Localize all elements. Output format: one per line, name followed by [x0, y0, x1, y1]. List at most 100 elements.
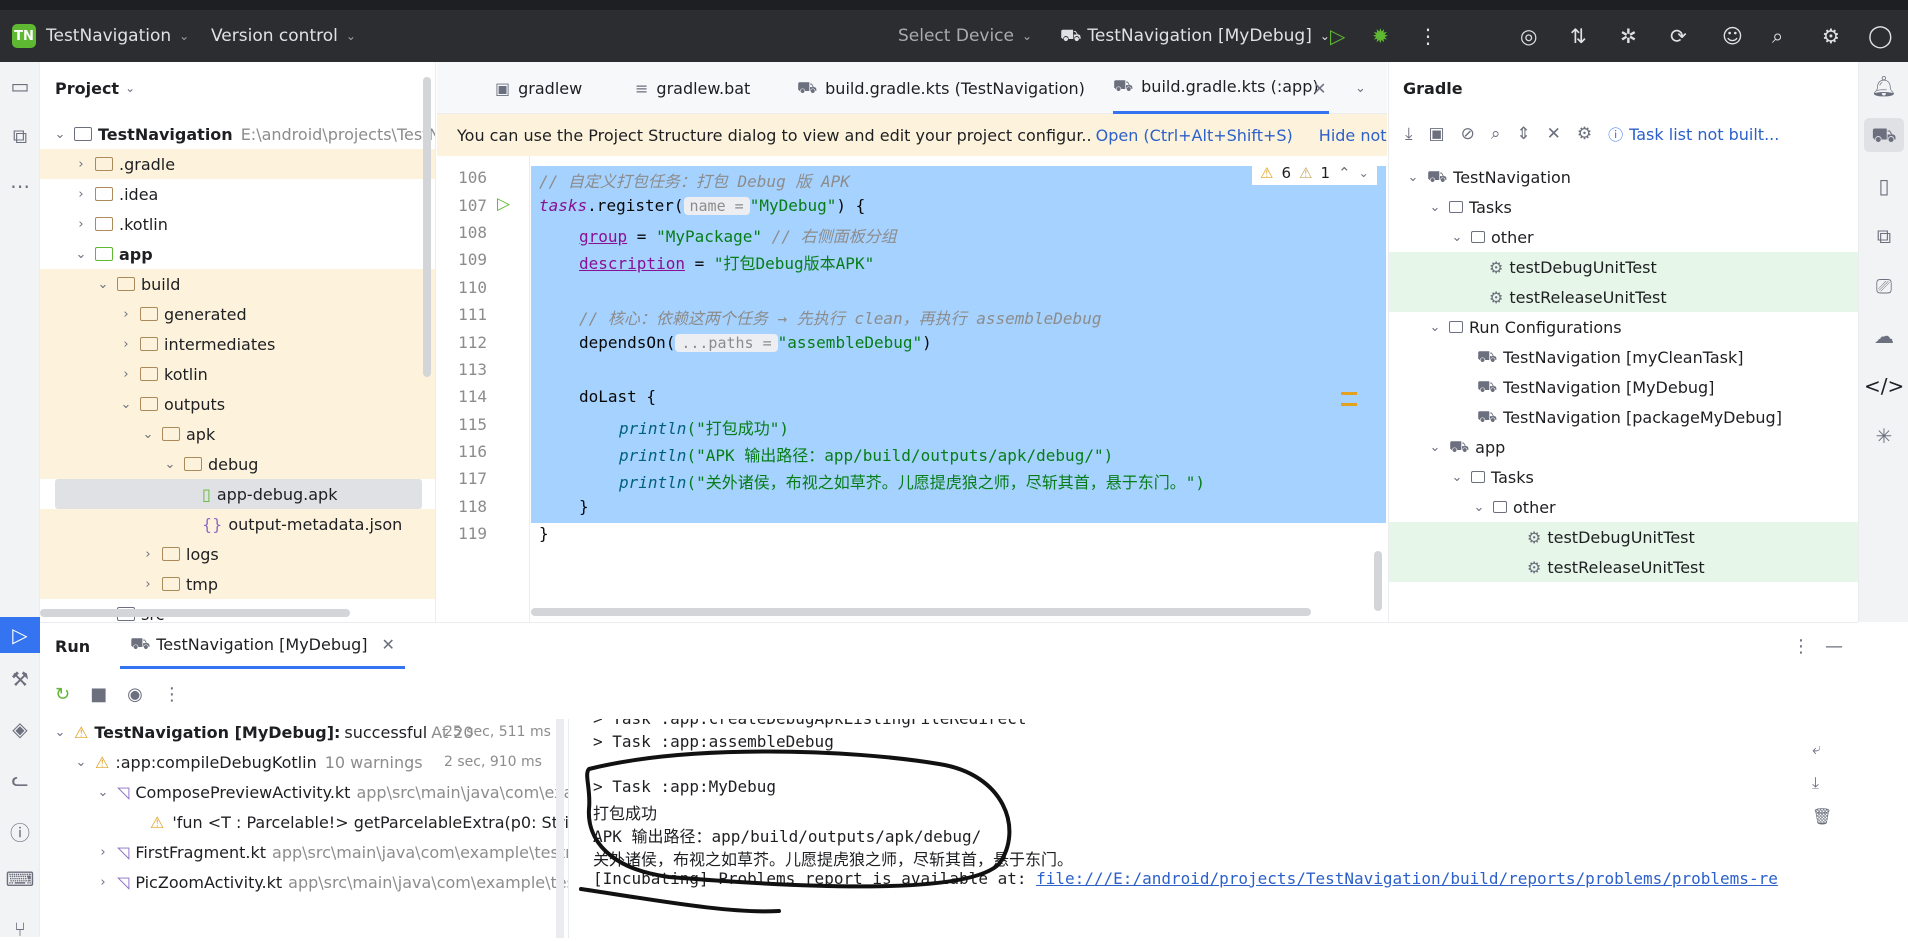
gradle-node[interactable]: ⌄ Run Configurations — [1389, 312, 1858, 342]
gradle-task[interactable]: ⚙ testReleaseUnitTest — [1389, 282, 1858, 312]
tree-item[interactable]: › generated — [40, 299, 435, 329]
close-icon[interactable]: ✕ — [1313, 62, 1326, 114]
tree-item[interactable]: ⌄ build — [40, 269, 435, 299]
tree-scrollbar[interactable] — [556, 719, 564, 938]
problems-icon[interactable]: ⓘ — [0, 817, 40, 846]
tree-root[interactable]: ⌄ TestNavigation E:\android\projects\Tes… — [40, 119, 435, 149]
expand-icon[interactable]: ⇕ — [1516, 124, 1530, 144]
chevron-down-icon[interactable]: ⌄ — [1359, 166, 1369, 180]
run-config-selector[interactable]: ⛟ TestNavigation [MyDebug] ⌄ — [1060, 10, 1330, 62]
gradle-node[interactable]: ⌄ ⛟ app — [1389, 432, 1858, 462]
run-tool-icon[interactable]: ▷ — [0, 617, 40, 653]
trash-icon[interactable]: 🗑︎ — [1812, 807, 1832, 826]
gradle-run-config[interactable]: ⛟ TestNavigation [MyDebug] — [1389, 372, 1858, 402]
tree-item[interactable]: ⌄ debug — [40, 449, 435, 479]
copilot-icon[interactable]: ◎ — [1520, 10, 1537, 62]
tree-item-selected[interactable]: ▯ app-debug.apk — [55, 479, 422, 509]
tree-item[interactable]: ⌄ outputs — [40, 389, 435, 419]
search-icon[interactable]: ⌕ — [1772, 10, 1783, 62]
eye-icon[interactable]: ◉ — [127, 684, 143, 705]
horizontal-scrollbar[interactable] — [40, 609, 350, 617]
inspection-widget[interactable]: ⚠ 6 ⚠ 1 ⌃ ⌄ — [1252, 161, 1377, 185]
build-tree-item[interactable]: › ◹ PicZoomActivity.kt app\src\main\java\co… — [95, 867, 568, 897]
gradle-run-config[interactable]: ⛟ TestNavigation [myCleanTask] — [1389, 342, 1858, 372]
gem-icon[interactable]: ◈ — [0, 717, 40, 741]
build-tree-item[interactable]: ⌄ ◹ ComposePreviewActivity.kt app\src\main\… — [95, 777, 568, 807]
chevron-up-icon[interactable]: ⌃ — [1338, 164, 1351, 182]
device-manager-icon[interactable]: ▯ — [1864, 174, 1904, 198]
rerun-icon[interactable]: ↻ — [55, 684, 70, 705]
minimize-icon[interactable]: — — [1825, 636, 1843, 657]
assistant-chat-icon[interactable]: ☁ — [1864, 324, 1904, 348]
vertical-scrollbar[interactable] — [423, 77, 431, 377]
vcs-branch-icon[interactable]: ⑂ — [0, 917, 40, 941]
running-devices-icon[interactable]: ⎚ — [1864, 274, 1904, 298]
gradle-run-config[interactable]: ⛟ TestNavigation [packageMyDebug] — [1389, 402, 1858, 432]
project-switcher[interactable]: TN TestNavigation ⌄ — [12, 10, 189, 62]
structure-icon[interactable]: ⧉ — [0, 124, 40, 148]
gradle-task[interactable]: ⚙ testDebugUnitTest — [1389, 522, 1858, 552]
problems-report-link[interactable]: file:///E:/android/projects/TestNavigati… — [1036, 869, 1778, 888]
assistant-icon[interactable]: ☺ — [1722, 10, 1743, 62]
tab-gradlew[interactable]: ▣ gradlew — [495, 62, 582, 114]
gradle-node[interactable]: ⌄ Tasks — [1389, 192, 1858, 222]
hide-notification-link[interactable]: Hide notification — [1319, 126, 1387, 145]
build-tree-item[interactable]: › ◹ FirstFragment.kt app\src\main\java\com\… — [95, 837, 568, 867]
tree-item[interactable]: › .idea — [40, 179, 158, 209]
tree-item[interactable]: › intermediates — [40, 329, 435, 359]
device-mirror-icon[interactable]: ⧉ — [1864, 224, 1904, 248]
chevron-down-icon[interactable]: ⌄ — [1355, 62, 1366, 114]
build-tree-item[interactable]: ⚠ 'fun <T : Parcelable!> getParcelableExt… — [150, 807, 568, 837]
collapse-icon[interactable]: ✕ — [1547, 124, 1561, 144]
build-tree-item[interactable]: ⌄ ⚠:app:compileDebugKotlin 10 warnings 2 se… — [73, 747, 542, 777]
profiler-icon[interactable]: ⟳ — [1670, 10, 1687, 62]
scroll-to-end-icon[interactable]: ⤓ — [1812, 773, 1832, 793]
run-icon[interactable]: ▷ — [1330, 10, 1345, 62]
gradle-task[interactable]: ⚙ testDebugUnitTest — [1389, 252, 1858, 282]
build-hammer-icon[interactable]: ⚒ — [0, 667, 40, 691]
sync-icon[interactable]: ⇅ — [1570, 10, 1587, 62]
tree-item[interactable]: › logs — [40, 539, 435, 569]
bug-icon[interactable]: ✲ — [1620, 10, 1637, 62]
close-icon[interactable]: ✕ — [382, 635, 395, 654]
open-structure-link[interactable]: Open (Ctrl+Alt+Shift+S) — [1096, 126, 1293, 145]
terminal-icon[interactable]: ⌨ — [0, 867, 40, 891]
gradle-node[interactable]: ⌄ other — [1389, 222, 1858, 252]
soft-wrap-icon[interactable]: ⤶ — [1812, 739, 1832, 759]
tree-item[interactable]: ⌄ app — [40, 239, 153, 269]
console-output[interactable]: > Task :app:createDebugApkListingFileRed… — [568, 719, 1850, 938]
tree-item[interactable]: › .kotlin — [40, 209, 167, 239]
tree-item[interactable]: › .gradle — [40, 149, 435, 179]
more-horizontal-icon[interactable]: ⋯ — [0, 174, 40, 198]
offline-icon[interactable]: ⊘ — [1461, 124, 1475, 144]
run-tab[interactable]: ⛟ TestNavigation [MyDebug] ✕ — [120, 623, 405, 669]
account-icon[interactable]: ◯ — [1868, 10, 1893, 62]
vcs-menu[interactable]: Version control ⌄ — [211, 10, 356, 62]
gradle-node[interactable]: ⌄ ⛟ TestNavigation — [1389, 162, 1858, 192]
build-tree-root[interactable]: ⌄ ⚠ TestNavigation [MyDebug]: successful At … — [52, 719, 551, 747]
vertical-scrollbar[interactable] — [1374, 551, 1382, 611]
task-list-status-link[interactable]: Task list not built... — [1629, 125, 1779, 144]
run-gutter-icon[interactable]: ▷ — [497, 194, 510, 214]
gradle-tool-icon[interactable]: ⛟ — [1864, 118, 1904, 152]
tab-build-gradle-app[interactable]: ⛟ build.gradle.kts (:app) — [1113, 62, 1329, 114]
notifications-icon[interactable]: 🔔︎ — [1864, 74, 1904, 98]
more-vertical-icon[interactable]: ⋮ — [1792, 636, 1810, 657]
tree-item[interactable]: {} output-metadata.json — [40, 509, 435, 539]
analyze-icon[interactable]: ⌕ — [1491, 124, 1501, 144]
folder-icon[interactable]: ▭ — [0, 74, 40, 98]
cat-icon[interactable]: ᓚ — [0, 767, 40, 791]
code-icon[interactable]: </> — [1864, 374, 1904, 398]
debug-icon[interactable]: ✹ — [1372, 10, 1389, 62]
device-selector[interactable]: Select Device ⌄ — [898, 10, 1032, 62]
gradle-task[interactable]: ⚙ testReleaseUnitTest — [1389, 552, 1858, 582]
sparkle-icon[interactable]: ✳ — [1864, 424, 1904, 448]
gradle-node[interactable]: ⌄ Tasks — [1389, 462, 1858, 492]
tab-gradlew-bat[interactable]: ≡ gradlew.bat — [635, 62, 750, 114]
code-area[interactable]: // 自定义打包任务：打包 Debug 版 APK tasks.register… — [531, 156, 1386, 622]
tree-item[interactable]: › kotlin — [40, 359, 435, 389]
window-icon[interactable]: ▣ — [1429, 124, 1445, 144]
more-vertical-icon[interactable]: ⋮ — [1418, 10, 1438, 62]
tree-item[interactable]: ⌄ apk — [40, 419, 435, 449]
more-vertical-icon[interactable]: ⋮ — [163, 684, 181, 705]
